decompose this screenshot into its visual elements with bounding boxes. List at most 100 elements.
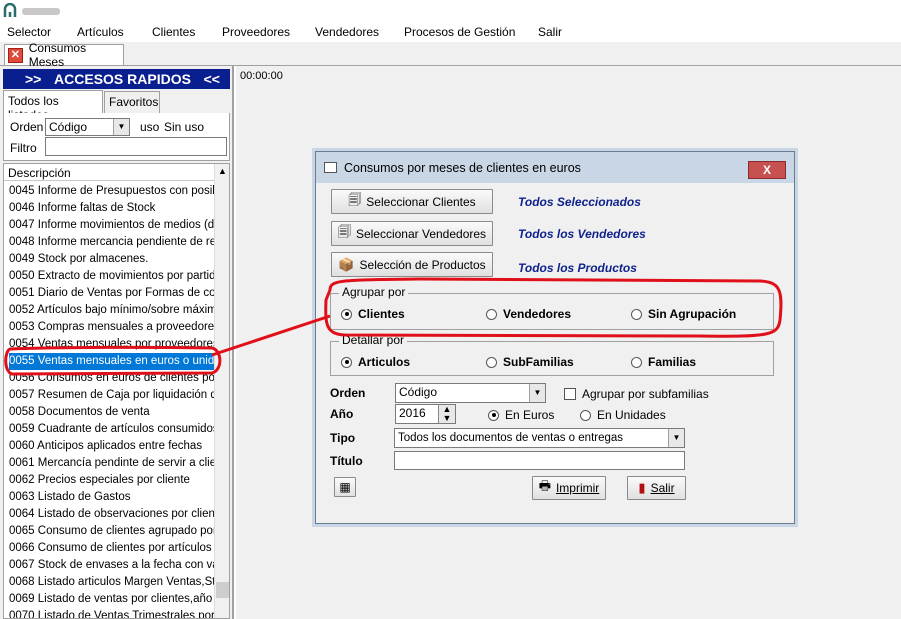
menu-bar: Selector Artículos Clientes Proveedores … (0, 22, 901, 42)
tab-favoritos[interactable]: Favoritos (104, 91, 160, 113)
agrupar-por-group: Agrupar por Clientes Vendedores Sin Agru… (330, 285, 774, 330)
list-item[interactable]: 0067 Stock de envases a la fecha con va (9, 557, 214, 574)
anio-spinner[interactable]: 2016 ▲ ▼ (395, 404, 456, 424)
list-item[interactable]: 0059 Cuadrante de artículos consumidos (9, 421, 214, 438)
orden-select[interactable]: Código ▼ (395, 383, 546, 403)
documents-icon: 🗐 (337, 223, 351, 239)
salir-button[interactable]: ▮ Salir (627, 476, 686, 500)
menu-procesos-gestion[interactable]: Procesos de Gestión (404, 25, 515, 39)
checkbox-box[interactable] (564, 388, 576, 400)
tipo-select[interactable]: Todos los documentos de ventas o entrega… (394, 428, 685, 448)
consumos-dialog: Consumos por meses de clientes en euros … (315, 151, 795, 524)
tab-todos-listados[interactable]: Todos los listados (3, 90, 103, 122)
list-item[interactable]: 0051 Diario de Ventas por Formas de cob (9, 285, 214, 302)
titulo-label: Título (330, 454, 363, 468)
orden-select-value: Código (399, 385, 438, 399)
list-item[interactable]: 0057 Resumen de Caja por liquidación dia (9, 387, 214, 404)
menu-articulos[interactable]: Artículos (77, 25, 124, 39)
list-header-descripcion[interactable]: Descripción (4, 164, 214, 181)
menu-selector[interactable]: Selector (7, 25, 51, 39)
radio-dot[interactable] (486, 308, 497, 320)
menu-proveedores[interactable]: Proveedores (222, 25, 290, 39)
imprimir-button[interactable]: 🖶 Imprimir (532, 476, 606, 500)
close-tab-icon[interactable]: ✕ (8, 47, 23, 63)
chevron-down-icon[interactable]: ▼ (529, 384, 545, 402)
spinner-arrows-icon[interactable]: ▲ ▼ (438, 405, 455, 423)
printer-icon: 🖶 (538, 478, 551, 493)
list-item-selected[interactable]: 0055 Ventas mensuales en euros o unida (9, 353, 214, 370)
scroll-thumb[interactable] (216, 582, 229, 598)
list-item[interactable]: 0065 Consumo de clientes agrupado por a (9, 523, 214, 540)
radio-label: En Euros (505, 408, 555, 422)
radio-agrupar-vendedores[interactable]: Vendedores (486, 307, 571, 321)
radio-dot[interactable] (486, 356, 497, 368)
listing-tabs: Todos los listados Favoritos (3, 90, 230, 122)
checkbox-label: Agrupar por subfamilias (582, 387, 709, 401)
radio-agrupar-clientes[interactable]: Clientes (341, 307, 405, 321)
menu-clientes[interactable]: Clientes (152, 25, 195, 39)
barcode-button[interactable]: ▦ (334, 477, 356, 497)
dialog-title-bar: Consumos por meses de clientes en euros (316, 152, 794, 183)
radio-dot[interactable] (341, 308, 352, 320)
dialog-title: Consumos por meses de clientes en euros (344, 160, 581, 175)
radio-detallar-subfamilias[interactable]: SubFamilias (486, 355, 574, 369)
salir-label: Salir (650, 481, 675, 495)
radio-detallar-articulos[interactable]: Articulos (341, 355, 410, 369)
list-item[interactable]: 0061 Mercancía pendinte de servir a clie… (9, 455, 214, 472)
radio-dot[interactable] (488, 409, 499, 421)
seleccionar-clientes-button[interactable]: 🗐 Seleccionar Clientes (331, 189, 493, 214)
list-item[interactable]: 0062 Precios especiales por cliente (9, 472, 214, 489)
radio-dot[interactable] (631, 308, 642, 320)
list-item[interactable]: 0068 Listado articulos Margen Ventas,Sto (9, 574, 214, 591)
menu-salir[interactable]: Salir (538, 25, 562, 39)
radio-en-unidades[interactable]: En Unidades (580, 408, 666, 422)
radio-label: Clientes (358, 307, 405, 321)
chevron-down-icon[interactable]: ▼ (668, 429, 684, 447)
list-item[interactable]: 0063 Listado de Gastos (9, 489, 214, 506)
filtro-input[interactable] (45, 137, 227, 156)
list-item[interactable]: 0045 Informe de Presupuestos con posibi (9, 183, 214, 200)
timer-display: 00:00:00 (240, 70, 283, 82)
documents-icon: 🗐 (348, 191, 362, 207)
orden-select[interactable]: Código ▼ (45, 118, 130, 136)
expand-icon[interactable]: >> (25, 71, 41, 87)
list-item[interactable]: 0053 Compras mensuales a proveedores (9, 319, 214, 336)
radio-en-euros[interactable]: En Euros (488, 408, 554, 422)
radio-dot[interactable] (580, 409, 591, 421)
dialog-close-button[interactable]: X (748, 161, 786, 179)
list-item[interactable]: 0056 Consumos en euros de clientes por (9, 370, 214, 387)
imprimir-label: Imprimir (555, 481, 600, 495)
radio-dot[interactable] (631, 356, 642, 368)
scroll-up-icon[interactable]: ▲ (218, 166, 227, 176)
radio-agrupar-sin[interactable]: Sin Agrupación (631, 307, 736, 321)
radio-label: Articulos (358, 355, 411, 369)
tab-consumos-meses[interactable]: ✕ Consumos Meses (4, 41, 124, 69)
list-item[interactable]: 0064 Listado de observaciones por client (9, 506, 214, 523)
list-item[interactable]: 0066 Consumo de clientes por artículos c (9, 540, 214, 557)
list-item[interactable]: 0060 Anticipos aplicados entre fechas (9, 438, 214, 455)
quick-access-title: ACCESOS RAPIDOS (54, 71, 191, 87)
vertical-scrollbar[interactable]: ▲ (214, 164, 229, 618)
agrupar-subfamilias-checkbox[interactable]: Agrupar por subfamilias (564, 387, 709, 401)
clientes-status: Todos Seleccionados (518, 195, 641, 209)
chevron-down-icon[interactable]: ▼ (113, 119, 129, 135)
list-item[interactable]: 0058 Documentos de venta (9, 404, 214, 421)
list-item[interactable]: 0047 Informe movimientos de medios (dep (9, 217, 214, 234)
titulo-input[interactable] (394, 451, 685, 470)
list-item[interactable]: 0050 Extracto de movimientos por partida (9, 268, 214, 285)
seleccion-productos-button[interactable]: 📦 Selección de Productos (331, 252, 493, 277)
list-item[interactable]: 0052 Artículos bajo mínimo/sobre máximo (9, 302, 214, 319)
radio-detallar-familias[interactable]: Familias (631, 355, 696, 369)
list-item[interactable]: 0049 Stock por almacenes. (9, 251, 214, 268)
list-item[interactable]: 0070 Listado de Ventas Trimestrales por (9, 608, 214, 618)
list-item[interactable]: 0048 Informe mercancia pendiente de rec (9, 234, 214, 251)
list-item[interactable]: 0069 Listado de ventas por clientes,año … (9, 591, 214, 608)
radio-label: Familias (648, 355, 697, 369)
collapse-icon[interactable]: << (204, 71, 220, 87)
list-item[interactable]: 0054 Ventas mensuales por proveedores (9, 336, 214, 353)
radio-dot[interactable] (341, 356, 352, 368)
seleccionar-vendedores-button[interactable]: 🗐 Seleccionar Vendedores (331, 221, 493, 246)
list-item[interactable]: 0046 Informe faltas de Stock (9, 200, 214, 217)
document-tab-strip: ✕ Consumos Meses (0, 41, 901, 69)
menu-vendedores[interactable]: Vendedores (315, 25, 379, 39)
